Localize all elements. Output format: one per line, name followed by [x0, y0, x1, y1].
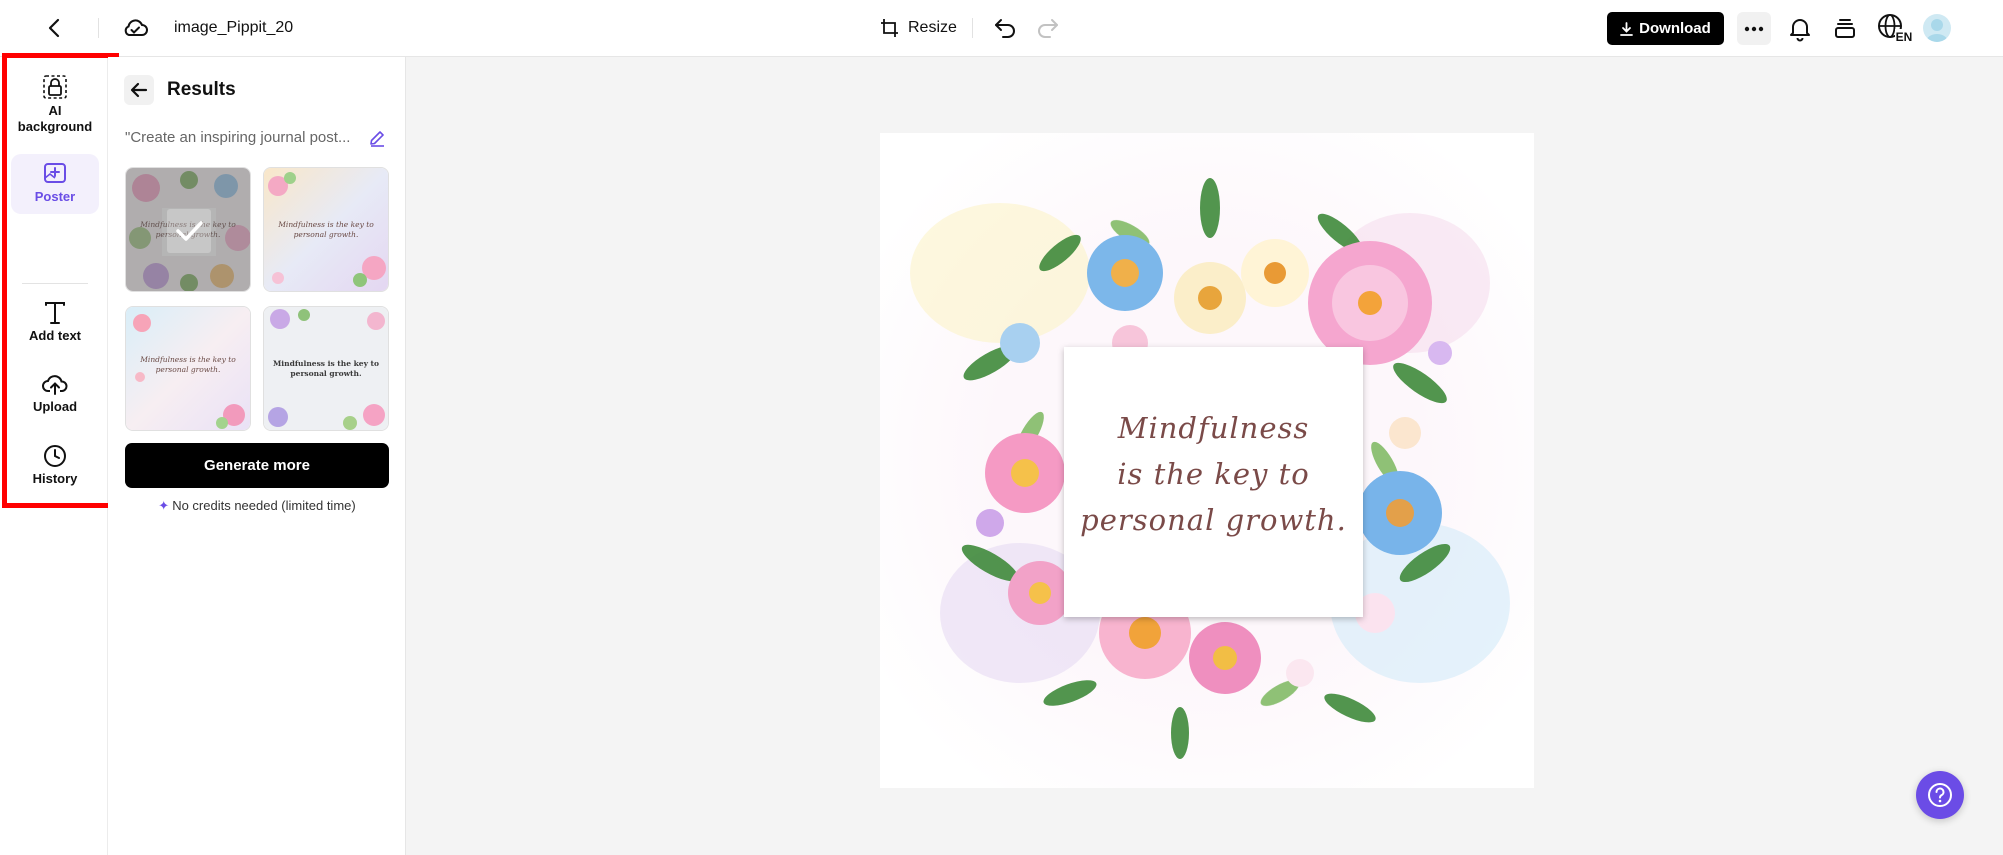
poster-text[interactable]: Mindfulness is the key to personal growt… [1064, 405, 1363, 543]
results-panel: Results "Create an inspiring journal pos… [108, 57, 406, 855]
undo-icon[interactable] [993, 14, 1019, 42]
top-bar: image_Pippit_20 Resize Download EN [0, 0, 2003, 57]
generate-more-button[interactable]: Generate more [125, 443, 389, 488]
user-avatar-icon [1926, 19, 1948, 42]
download-button[interactable]: Download [1607, 12, 1724, 45]
result-caption: Mindfulness is the key to personal growt… [278, 220, 374, 239]
download-label: Download [1639, 20, 1711, 37]
result-caption: Mindfulness is the key to personal growt… [272, 359, 380, 378]
resize-button[interactable]: Resize [880, 14, 957, 42]
panel-title: Results [167, 79, 236, 100]
more-horizontal-icon [1744, 26, 1764, 31]
poster-text-line: is the key to [1117, 457, 1310, 491]
cloud-icon[interactable] [121, 15, 149, 41]
bell-icon[interactable] [1786, 14, 1814, 42]
globe-icon: EN [1878, 14, 1913, 44]
resize-icon [881, 19, 898, 37]
resize-label: Resize [908, 19, 957, 36]
language-code: EN [1896, 30, 1913, 44]
poster-text-line: personal growth. [1080, 503, 1347, 537]
redo-icon[interactable] [1034, 14, 1060, 42]
avatar[interactable] [1923, 14, 1951, 42]
file-name[interactable]: image_Pippit_20 [174, 19, 293, 37]
panel-back-button[interactable] [124, 75, 154, 105]
edit-icon[interactable] [367, 128, 387, 148]
result-thumbnail-2[interactable]: Mindfulness is the key to personal growt… [263, 167, 389, 292]
check-icon [167, 209, 211, 253]
highlight-box [2, 53, 119, 508]
divider [972, 18, 973, 38]
language-button[interactable]: EN [1877, 12, 1913, 44]
divider [98, 18, 99, 38]
result-caption: Mindfulness is the key to personal growt… [140, 355, 236, 374]
help-icon [1928, 783, 1952, 807]
sparkle-icon: ✦ [158, 498, 170, 513]
arrow-left-icon [130, 82, 148, 98]
result-thumbnail-3[interactable]: Mindfulness is the key to personal growt… [125, 306, 251, 431]
layers-icon[interactable] [1831, 14, 1859, 42]
credits-note: ✦ No credits needed (limited time) [125, 498, 389, 514]
help-button[interactable] [1916, 771, 1964, 819]
poster-text-line: Mindfulness [1117, 411, 1310, 445]
credits-note-text: No credits needed (limited time) [172, 498, 356, 513]
result-thumbnail-1[interactable]: Mindfulness is the key to personal growt… [125, 167, 251, 292]
result-thumbnail-4[interactable]: Mindfulness is the key to personal growt… [263, 306, 389, 431]
chevron-left-icon [48, 18, 60, 38]
more-options-button[interactable] [1737, 12, 1771, 45]
download-icon [1620, 21, 1634, 36]
prompt-text: "Create an inspiring journal post... [125, 129, 351, 146]
back-button[interactable] [40, 14, 68, 42]
